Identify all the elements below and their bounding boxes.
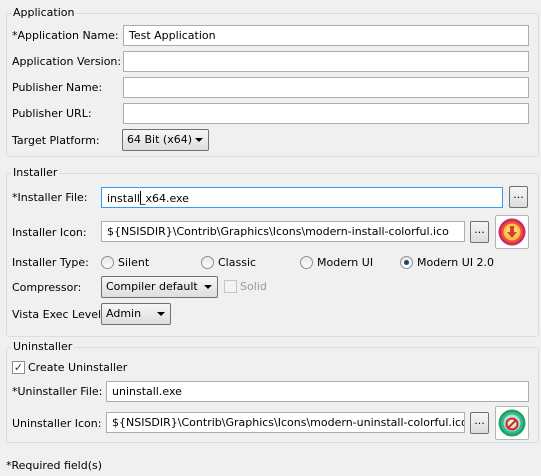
uninstaller-icon-label: Uninstaller Icon: <box>12 417 102 430</box>
uninstaller-icon-preview <box>495 406 529 440</box>
installer-file-value-end: _x64.exe <box>139 192 189 205</box>
installer-type-silent-radio[interactable] <box>101 256 114 269</box>
uninstaller-icon-field[interactable]: ${NSISDIR}\Contrib\Graphics\Icons\modern… <box>106 412 465 433</box>
installer-icon-preview <box>495 215 529 249</box>
target-platform-select[interactable]: 64 Bit (x64) <box>122 129 209 151</box>
installer-type-modern-ui-2-label[interactable]: Modern UI 2.0 <box>417 256 494 270</box>
application-version-label: Application Version: <box>12 55 122 68</box>
target-platform-label: Target Platform: <box>12 134 100 147</box>
compressor-value: Compiler default <box>106 280 198 293</box>
compressor-select[interactable]: Compiler default <box>101 276 218 298</box>
installer-type-label: Installer Type: <box>12 256 89 269</box>
create-uninstaller-checkbox[interactable]: ✓ <box>12 361 25 374</box>
modern-uninstall-colorful-icon <box>498 409 526 437</box>
application-version-field[interactable] <box>123 51 529 72</box>
chevron-down-icon <box>157 312 165 316</box>
installer-file-label: *Installer File: <box>12 191 88 204</box>
installer-type-modern-ui-label[interactable]: Modern UI <box>317 256 373 270</box>
installer-icon-browse-button[interactable]: ... <box>470 221 489 243</box>
solid-checkbox[interactable] <box>224 280 237 293</box>
chevron-down-icon <box>204 285 212 289</box>
application-name-label: *Application Name: <box>12 29 119 42</box>
uninstaller-icon-browse-button[interactable]: ... <box>470 412 489 434</box>
installer-type-modern-ui-2-radio[interactable] <box>400 256 413 269</box>
modern-install-colorful-icon <box>498 218 526 246</box>
chevron-down-icon <box>195 138 203 142</box>
installer-group-title: Installer <box>11 166 60 180</box>
publisher-url-field[interactable] <box>123 103 529 124</box>
installer-type-silent-label[interactable]: Silent <box>118 256 149 270</box>
vista-exec-level-value: Admin <box>106 307 142 320</box>
create-uninstaller-label[interactable]: Create Uninstaller <box>28 361 127 375</box>
installer-file-field[interactable]: install_x64.exe <box>101 187 503 208</box>
compressor-label: Compressor: <box>12 281 82 294</box>
solid-label[interactable]: Solid <box>240 280 267 294</box>
installer-file-value-start: install <box>107 192 140 205</box>
installer-icon-field[interactable]: ${NSISDIR}\Contrib\Graphics\Icons\modern… <box>101 221 465 242</box>
required-fields-note: *Required field(s) <box>6 459 103 472</box>
uninstaller-group-title: Uninstaller <box>11 340 75 354</box>
uninstaller-file-field[interactable]: uninstall.exe <box>106 381 529 402</box>
vista-exec-level-label: Vista Exec Level: <box>12 308 105 321</box>
application-group-title: Application <box>11 6 77 20</box>
uninstaller-file-label: *Uninstaller File: <box>12 385 103 398</box>
publisher-name-field[interactable] <box>123 77 529 98</box>
target-platform-value: 64 Bit (x64) <box>127 133 192 146</box>
installer-type-modern-ui-radio[interactable] <box>300 256 313 269</box>
installer-type-classic-label[interactable]: Classic <box>218 256 256 270</box>
installer-file-browse-button[interactable]: ... <box>509 186 528 208</box>
installer-icon-label: Installer Icon: <box>12 226 87 239</box>
publisher-name-label: Publisher Name: <box>12 81 103 94</box>
installer-type-classic-radio[interactable] <box>201 256 214 269</box>
vista-exec-level-select[interactable]: Admin <box>101 303 171 325</box>
publisher-url-label: Publisher URL: <box>12 107 92 120</box>
application-name-field[interactable]: Test Application <box>123 25 529 46</box>
